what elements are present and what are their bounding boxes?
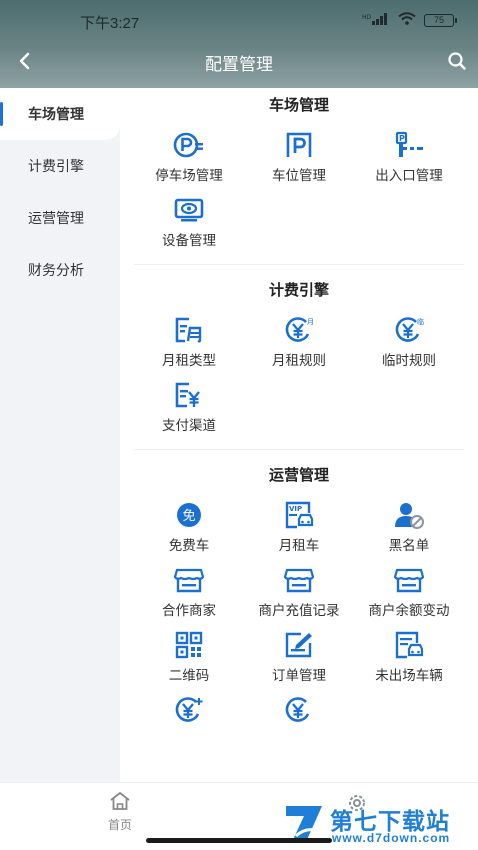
function-label: 二维码 (168, 668, 210, 683)
svg-text:P: P (399, 134, 405, 143)
sidebar-item-label: 计费引擎 (28, 158, 84, 174)
search-button[interactable] (442, 46, 472, 76)
section-divider (134, 449, 464, 450)
temporary-rule-button[interactable]: 临 临时规则 (354, 309, 464, 374)
function-label: 合作商家 (162, 603, 216, 618)
merchant-button[interactable]: 合作商家 (134, 559, 244, 624)
car-not-exited-button[interactable]: 未出场车辆 (354, 624, 464, 689)
page-title: 配置管理 (205, 55, 273, 74)
section-title: 计费引擎 (268, 282, 329, 299)
sidebar-item-billing[interactable]: 计费引擎 (0, 140, 120, 192)
sidebar-item-parking[interactable]: 车场管理 (0, 88, 120, 140)
sidebar-item-operations[interactable]: 运营管理 (0, 192, 120, 244)
status-bar: 下午3:27 HD 75 (0, 0, 478, 44)
function-label: 设备管理 (162, 233, 216, 248)
partial-item-button[interactable] (244, 689, 354, 754)
sidebar-item-label: 运营管理 (28, 210, 84, 226)
section-billing: 计费引擎 月租类型 月 月租规则 临 临时规则 支付渠道 (120, 273, 478, 439)
barrier-gate-button[interactable]: P 出入口管理 (354, 124, 464, 189)
payment-channel-button[interactable]: 支付渠道 (134, 374, 244, 439)
qr-code-icon (175, 631, 203, 659)
function-label: 月租车 (278, 538, 320, 553)
function-label: 商户余额变动 (368, 603, 450, 618)
function-label: 免费车 (168, 538, 210, 553)
battery-icon: 75 (424, 13, 457, 27)
car-not-exited-icon (395, 631, 424, 659)
section-operations: 运营管理 免 免费车 VIP 月租车 黑名单 合作商家 商户充值记录 商户余额变… (120, 458, 478, 754)
status-icons: HD 75 (362, 12, 457, 28)
merchant-balance-icon (393, 568, 425, 593)
config-content: 车场管理 停车场管理 车位管理 P 出入口管理 设备管理 计费引擎 月租类型 月… (120, 88, 478, 782)
badge-text: VIP (289, 505, 302, 513)
function-label: 黑名单 (388, 538, 430, 553)
monthly-car-button[interactable]: VIP 月租车 (244, 494, 354, 559)
device-icon (174, 198, 204, 222)
sidebar-item-label: 财务分析 (28, 262, 84, 278)
order-button[interactable]: 订单管理 (244, 624, 354, 689)
monthly-type-icon (175, 317, 202, 343)
function-label: 月租类型 (162, 353, 216, 368)
function-label: 订单管理 (272, 668, 326, 683)
function-grid: 月租类型 月 月租规则 临 临时规则 支付渠道 (134, 309, 464, 439)
device-button[interactable]: 设备管理 (134, 189, 244, 254)
function-label: 临时规则 (382, 353, 436, 368)
back-button[interactable] (10, 46, 40, 76)
watermark-url: www.d7down.com (332, 831, 451, 845)
search-icon (448, 52, 466, 70)
function-label: 出入口管理 (375, 168, 443, 183)
merchant-balance-button[interactable]: 商户余额变动 (354, 559, 464, 624)
tab-home[interactable]: 首页 (94, 791, 146, 833)
monthly-type-button[interactable]: 月租类型 (134, 309, 244, 374)
order-icon (285, 632, 312, 658)
blacklist-icon (395, 503, 424, 529)
tab-home-label: 首页 (107, 818, 132, 832)
section-title: 运营管理 (268, 467, 329, 484)
monthly-rule-icon: 月 (285, 317, 314, 342)
function-label: 车位管理 (272, 168, 326, 183)
barrier-gate-icon: P (395, 131, 423, 157)
parking-lot-icon (173, 132, 203, 158)
parking-space-icon (286, 132, 312, 157)
function-label: 停车场管理 (155, 168, 223, 183)
function-grid: 免 免费车 VIP 月租车 黑名单 合作商家 商户充值记录 商户余额变动 二维码… (134, 494, 464, 754)
network-type: HD (362, 14, 372, 21)
temporary-rule-icon: 临 (395, 317, 424, 342)
monthly-rule-button[interactable]: 月 月租规则 (244, 309, 354, 374)
yuan-plus-icon (175, 697, 203, 722)
parking-lot-button[interactable]: 停车场管理 (134, 124, 244, 189)
category-sidebar: 车场管理 计费引擎 运营管理 财务分析 (0, 88, 120, 782)
merchant-recharge-button[interactable]: 商户充值记录 (244, 559, 354, 624)
yuan-icon (285, 697, 310, 722)
badge-text: 月 (307, 318, 314, 326)
function-label: 商户充值记录 (258, 603, 340, 618)
home-icon (110, 792, 130, 810)
merchant-recharge-icon (283, 568, 315, 593)
free-car-button[interactable]: 免 免费车 (134, 494, 244, 559)
function-grid: 停车场管理 车位管理 P 出入口管理 设备管理 (134, 124, 464, 254)
badge-text: 免 (183, 509, 196, 524)
section-divider (134, 264, 464, 265)
function-label: 支付渠道 (162, 418, 216, 433)
chevron-left-icon (19, 52, 30, 70)
section-parking: 车场管理 停车场管理 车位管理 P 出入口管理 设备管理 (120, 88, 478, 254)
monthly-car-icon: VIP (285, 501, 314, 529)
badge-text: 临 (417, 317, 424, 326)
home-indicator[interactable] (146, 838, 332, 843)
sidebar-item-finance[interactable]: 财务分析 (0, 244, 120, 296)
free-car-icon: 免 (177, 503, 201, 527)
function-label: 月租规则 (272, 353, 326, 368)
partial-item-button[interactable] (134, 689, 244, 754)
signal-icon: HD (362, 12, 390, 28)
section-title: 车场管理 (268, 97, 329, 114)
status-time: 下午3:27 (80, 15, 140, 32)
wifi-icon (398, 12, 416, 28)
app-header: 下午3:27 HD 75 配置管理 (0, 0, 478, 88)
payment-channel-icon (175, 382, 200, 408)
blacklist-button[interactable]: 黑名单 (354, 494, 464, 559)
qr-code-button[interactable]: 二维码 (134, 624, 244, 689)
sidebar-item-label: 车场管理 (28, 106, 84, 122)
merchant-icon (173, 568, 205, 593)
parking-space-button[interactable]: 车位管理 (244, 124, 354, 189)
function-label: 未出场车辆 (375, 668, 443, 683)
